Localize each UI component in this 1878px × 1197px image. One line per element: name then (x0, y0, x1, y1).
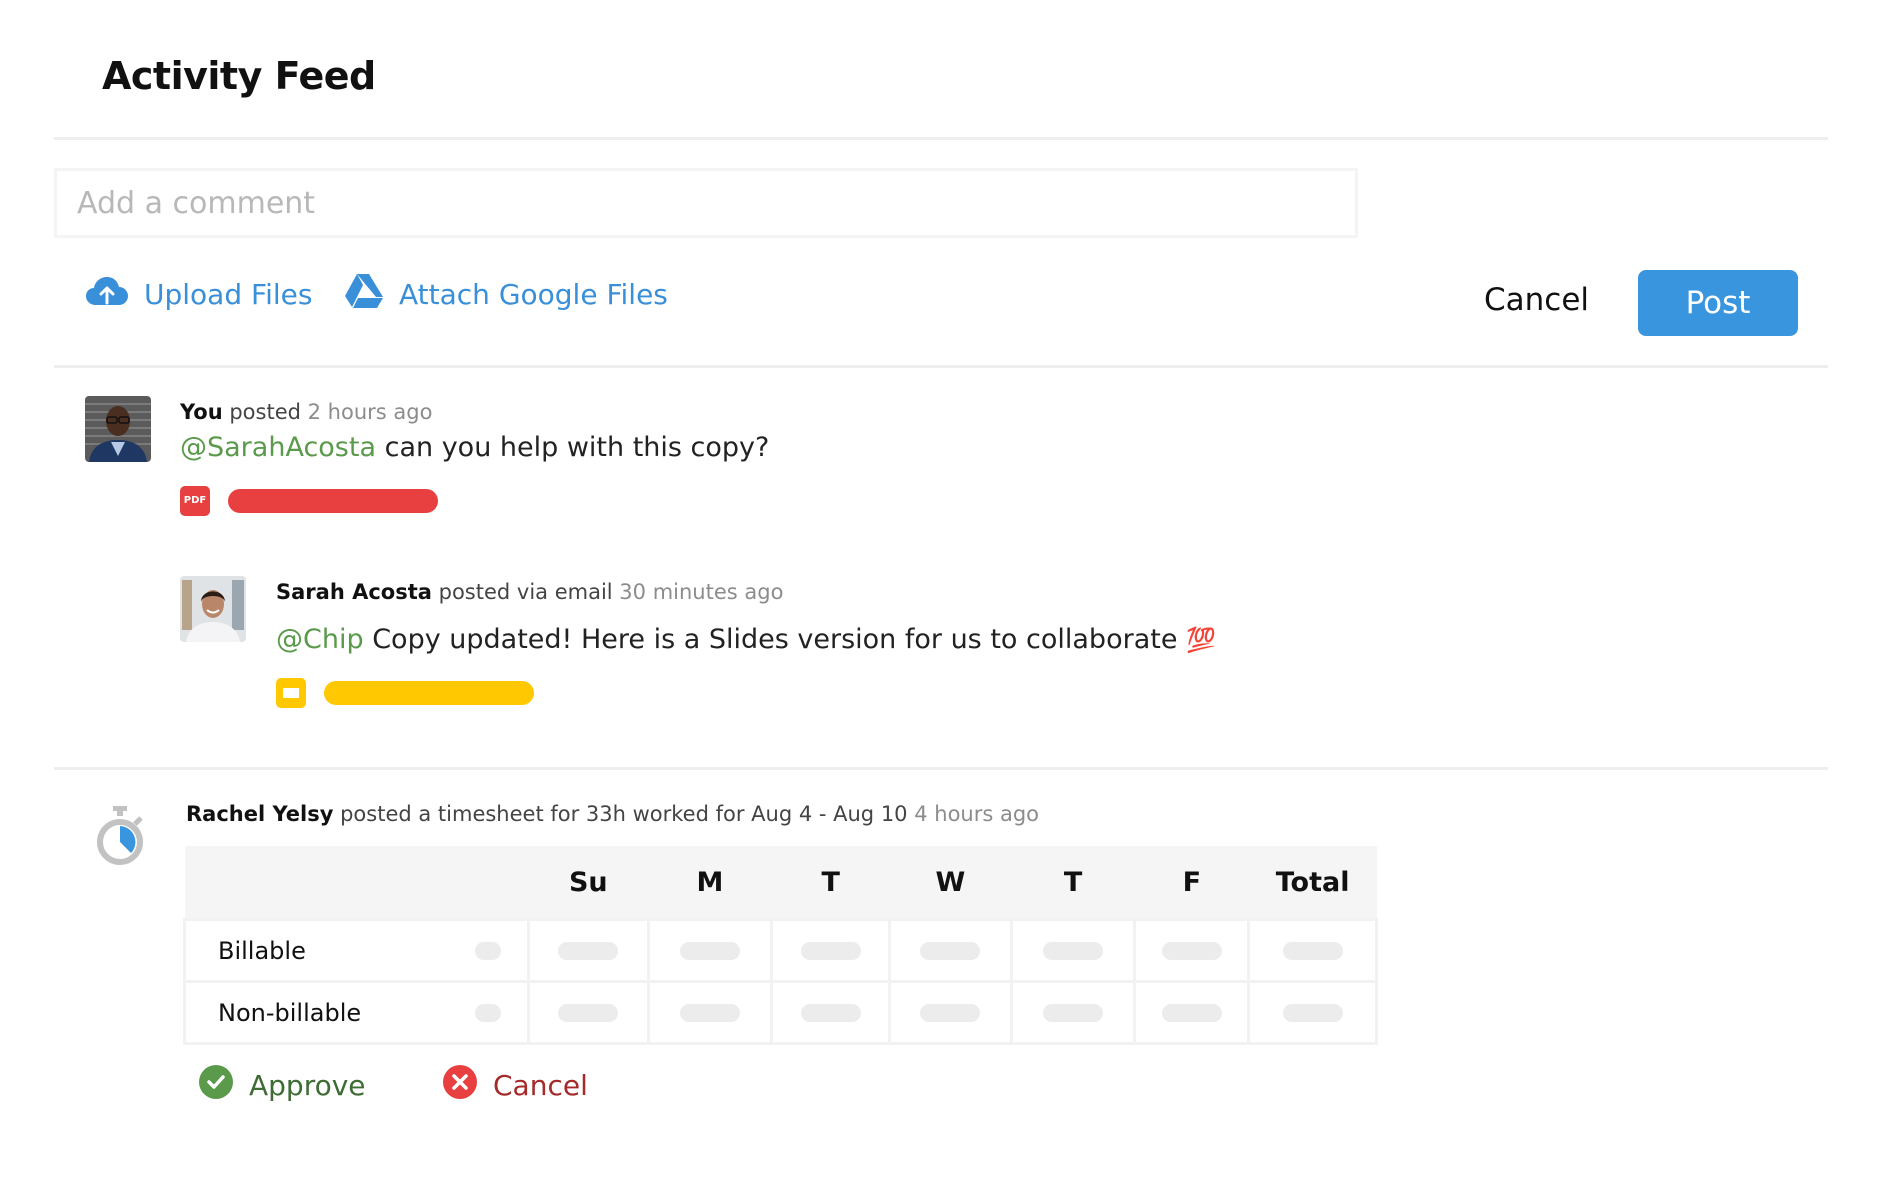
timesheet-table: Su M T W T F Total Billable Non-billable (183, 846, 1378, 1045)
hundred-points-emoji-icon: 💯 (1186, 626, 1216, 654)
column-header-f: F (1134, 846, 1249, 920)
cancel-label: Cancel (493, 1069, 588, 1102)
placeholder-pill (920, 1004, 981, 1023)
timesheet-meta: Rachel Yelsy posted a timesheet for 33h … (186, 802, 1039, 826)
approve-label: Approve (249, 1069, 366, 1102)
post-message: @SarahAcosta can you help with this copy… (180, 432, 769, 463)
column-header-total: Total (1248, 846, 1377, 920)
avatar-you[interactable] (85, 396, 151, 462)
table-cell (770, 918, 892, 983)
upload-files-button[interactable]: Upload Files (86, 276, 312, 313)
cloud-upload-icon (86, 276, 144, 313)
table-row: Non-billable (183, 980, 1378, 1045)
placeholder-pill (800, 1004, 861, 1023)
row-label: Billable (218, 936, 306, 965)
row-label-cell: Non-billable (183, 980, 530, 1045)
placeholder-pill (1161, 942, 1222, 961)
attach-google-files-button[interactable]: Attach Google Files (345, 274, 668, 315)
reply-time: 30 minutes ago (619, 580, 784, 604)
comment-input[interactable] (54, 168, 1358, 238)
post-author[interactable]: You (180, 400, 223, 424)
reply-text: Copy updated! Here is a Slides version f… (372, 624, 1178, 655)
post-button[interactable]: Post (1638, 270, 1798, 336)
table-row: Billable (183, 918, 1378, 983)
placeholder-pill (558, 942, 619, 961)
table-cell (888, 980, 1013, 1045)
row-label: Non-billable (218, 998, 362, 1027)
check-circle-icon (199, 1065, 249, 1106)
timesheet-time: 4 hours ago (914, 802, 1040, 826)
timesheet-author[interactable]: Rachel Yelsy (186, 802, 333, 826)
table-cell (1247, 918, 1378, 983)
page-title: Activity Feed (102, 54, 376, 98)
mention-link[interactable]: @SarahAcosta (180, 432, 376, 463)
x-circle-icon (443, 1065, 493, 1106)
placeholder-pill (558, 1004, 619, 1023)
pdf-file-icon: PDF (180, 486, 210, 516)
column-header (184, 846, 529, 920)
post-meta: You posted 2 hours ago (180, 400, 432, 424)
post-text: can you help with this copy? (384, 432, 770, 463)
placeholder-pill (1043, 942, 1104, 961)
placeholder-pill (1043, 1004, 1104, 1023)
table-cell (1133, 918, 1251, 983)
table-cell (646, 980, 774, 1045)
timesheet-action: posted a timesheet for 33h worked for Au… (340, 802, 908, 826)
placeholder-pill (474, 1003, 501, 1022)
column-header-th: T (1011, 846, 1135, 920)
post-time: 2 hours ago (307, 400, 433, 424)
placeholder-pill (920, 942, 981, 961)
attach-google-files-label: Attach Google Files (399, 278, 668, 311)
table-cell (526, 980, 650, 1045)
table-cell (1009, 918, 1137, 983)
row-label-cell: Billable (183, 918, 530, 983)
stopwatch-icon (95, 806, 151, 870)
column-header-t: T (771, 846, 890, 920)
column-header-m: M (648, 846, 772, 920)
table-cell (1247, 980, 1378, 1045)
reply-action: posted via email (438, 580, 613, 604)
placeholder-pill (1282, 942, 1343, 961)
placeholder-pill (800, 942, 861, 961)
header-divider (54, 137, 1828, 140)
cancel-comment-button[interactable]: Cancel (1484, 282, 1589, 318)
placeholder-pill (1282, 1004, 1343, 1023)
slides-file-icon (276, 678, 306, 708)
post-action: posted (229, 400, 301, 424)
table-cell (1133, 980, 1251, 1045)
table-header-row: Su M T W T F Total (184, 846, 1377, 920)
placeholder-pill (474, 941, 501, 960)
reply-meta: Sarah Acosta posted via email 30 minutes… (276, 580, 783, 604)
avatar-sarah-acosta[interactable] (180, 576, 246, 642)
pdf-attachment-link[interactable] (228, 489, 438, 513)
table-cell (526, 918, 650, 983)
placeholder-pill (679, 1004, 740, 1023)
cancel-timesheet-button[interactable]: Cancel (443, 1065, 588, 1106)
pdf-icon-label: PDF (183, 495, 207, 506)
placeholder-pill (679, 942, 740, 961)
slides-attachment-link[interactable] (324, 681, 534, 705)
table-cell (888, 918, 1013, 983)
composer-divider (54, 365, 1828, 368)
post-divider (54, 767, 1828, 770)
upload-files-label: Upload Files (144, 278, 313, 311)
mention-link[interactable]: @Chip (276, 624, 364, 655)
table-cell (1009, 980, 1137, 1045)
approve-button[interactable]: Approve (199, 1065, 366, 1106)
column-header-w: W (889, 846, 1012, 920)
table-cell (770, 980, 892, 1045)
table-cell (646, 918, 774, 983)
column-header-su: Su (528, 846, 649, 920)
placeholder-pill (1161, 1004, 1222, 1023)
reply-author[interactable]: Sarah Acosta (276, 580, 432, 604)
google-drive-icon (345, 274, 399, 315)
reply-message: @Chip Copy updated! Here is a Slides ver… (276, 624, 1216, 655)
